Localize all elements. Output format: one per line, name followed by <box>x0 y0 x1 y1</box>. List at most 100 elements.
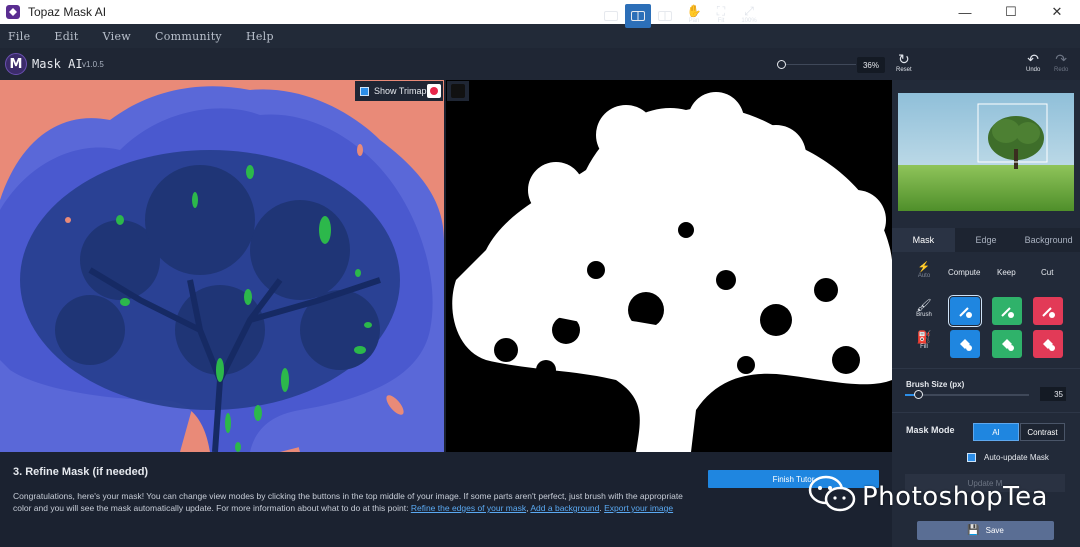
refine-edges-link[interactable]: Refine the edges of your mask <box>411 503 526 513</box>
save-button[interactable]: 💾 Save <box>917 521 1054 540</box>
right-panel-tabs: Mask Edge Background <box>892 228 1080 252</box>
add-background-link[interactable]: Add a background <box>530 503 599 513</box>
navigator-thumbnail[interactable] <box>898 93 1074 211</box>
app-window: Topaz Mask AI — ☐ ✕ File Edit View Commu… <box>0 0 1080 547</box>
mask-ai-logo: M <box>5 53 27 75</box>
close-button[interactable]: ✕ <box>1034 0 1080 24</box>
redo-button[interactable]: ↷ Redo <box>1054 51 1069 74</box>
trimap-color-swatch[interactable] <box>427 84 441 98</box>
reset-icon: ↻ <box>897 51 910 67</box>
panel-divider <box>892 368 1080 369</box>
save-icon: 💾 <box>967 525 980 536</box>
keep-brush-button[interactable] <box>992 297 1022 325</box>
navigator-image <box>898 93 1074 211</box>
menu-bar: File Edit View Community Help <box>0 24 1080 48</box>
brush-tool-label: 🖌 Brush <box>913 298 935 318</box>
export-image-link[interactable]: Export your image <box>604 503 673 513</box>
tab-edge[interactable]: Edge <box>954 228 1018 252</box>
fill-bucket-icon: ⛽ <box>916 330 932 344</box>
menu-edit[interactable]: Edit <box>54 30 78 43</box>
brush-size-handle[interactable] <box>914 390 923 399</box>
watermark-text: PhotoshopTea <box>862 482 1048 512</box>
show-trimap-checkbox[interactable] <box>360 86 369 96</box>
show-trimap-label: Show Trimap <box>374 86 427 96</box>
mask-mode-contrast-button[interactable]: Contrast <box>1020 423 1065 441</box>
topaz-app-icon <box>6 5 20 19</box>
trimap-view-pane[interactable] <box>0 80 444 452</box>
mask-image <box>446 80 892 452</box>
fit-button[interactable]: ⛶ Fit <box>708 4 734 30</box>
reset-label: Reset <box>896 67 912 73</box>
zoom-value[interactable]: 36% <box>857 57 885 73</box>
undo-icon: ↶ <box>1027 51 1040 67</box>
zoom-slider-track[interactable] <box>778 64 856 65</box>
fill-bucket-icon <box>1043 339 1055 351</box>
tab-background[interactable]: Background <box>1017 228 1080 252</box>
compute-fill-button[interactable] <box>950 330 980 358</box>
undo-button[interactable]: ↶ Undo <box>1026 51 1041 74</box>
pan-tool-button[interactable]: ✋ Pan <box>681 4 707 30</box>
wechat-watermark-icon <box>808 475 856 512</box>
save-label: Save <box>985 526 1004 535</box>
view-split-button[interactable] <box>625 4 651 28</box>
compute-brush-button[interactable] <box>948 295 982 327</box>
pan-label: Pan <box>688 18 700 24</box>
fit-icon: ⛶ <box>716 4 726 18</box>
menu-community[interactable]: Community <box>155 30 222 43</box>
zoom-slider-handle[interactable] <box>777 60 786 69</box>
hand-icon: ✋ <box>686 4 702 18</box>
mask-view-pane[interactable] <box>446 80 892 452</box>
tab-mask[interactable]: Mask <box>892 228 955 252</box>
brush-label: Brush <box>916 312 932 318</box>
mask-mode-ai-button[interactable]: AI <box>973 423 1019 441</box>
side-by-side-icon <box>658 11 672 21</box>
auto-update-checkbox[interactable] <box>967 453 976 462</box>
show-trimap-toggle[interactable]: Show Trimap <box>355 81 443 101</box>
zoom-100-button[interactable]: ⤢ 100% <box>736 4 762 30</box>
maximize-button[interactable]: ☐ <box>988 0 1034 24</box>
view-side-by-side-button[interactable] <box>652 4 678 28</box>
menu-view[interactable]: View <box>103 30 131 43</box>
zoom-100-label: 100% <box>741 18 757 24</box>
brush-size-label: Brush Size (px) <box>906 380 965 389</box>
redo-icon: ↷ <box>1055 51 1068 67</box>
single-view-icon <box>604 11 618 21</box>
minimize-button[interactable]: — <box>942 0 988 24</box>
keep-fill-button[interactable] <box>992 330 1022 358</box>
mask-color-button[interactable] <box>447 81 469 101</box>
tutorial-title: 3. Refine Mask (if needed) <box>13 466 149 478</box>
brush-icon: 🖌 <box>916 298 932 312</box>
auto-update-label: Auto-update Mask <box>984 453 1049 462</box>
fill-tool-label: ⛽ Fill <box>913 330 935 350</box>
panel-divider <box>892 412 1080 413</box>
brush-icon <box>1001 307 1014 318</box>
window-title: Topaz Mask AI <box>28 5 107 19</box>
app-version: v1.0.5 <box>82 60 104 69</box>
expand-icon: ⤢ <box>744 4 754 18</box>
lightning-icon: ⚡ <box>917 262 931 273</box>
brush-icon <box>1042 307 1055 318</box>
app-name: Mask AI <box>32 57 83 71</box>
fit-label: Fit <box>717 18 725 24</box>
red-dot-icon <box>430 87 438 95</box>
cut-brush-button[interactable] <box>1033 297 1063 325</box>
undo-label: Undo <box>1026 67 1041 73</box>
title-bar: Topaz Mask AI — ☐ ✕ <box>0 0 1080 24</box>
view-single-button[interactable] <box>598 4 624 28</box>
fill-bucket-icon <box>960 339 972 351</box>
menu-file[interactable]: File <box>8 30 30 43</box>
brush-size-track[interactable] <box>905 394 1029 396</box>
reset-button[interactable]: ↻ Reset <box>896 51 912 74</box>
fill-label: Fill <box>920 344 928 350</box>
apple-icon <box>451 84 465 98</box>
auto-button[interactable]: ⚡ Auto <box>915 262 933 279</box>
split-view-icon <box>631 11 645 21</box>
cut-fill-button[interactable] <box>1033 330 1063 358</box>
redo-label: Redo <box>1054 67 1069 73</box>
brush-size-input[interactable]: 35 <box>1040 387 1066 401</box>
tutorial-body: Congratulations, here's your mask! You c… <box>13 490 703 514</box>
column-compute: Compute <box>948 268 981 277</box>
column-cut: Cut <box>1041 268 1054 277</box>
trimap-image <box>0 80 444 452</box>
menu-help[interactable]: Help <box>246 30 274 43</box>
